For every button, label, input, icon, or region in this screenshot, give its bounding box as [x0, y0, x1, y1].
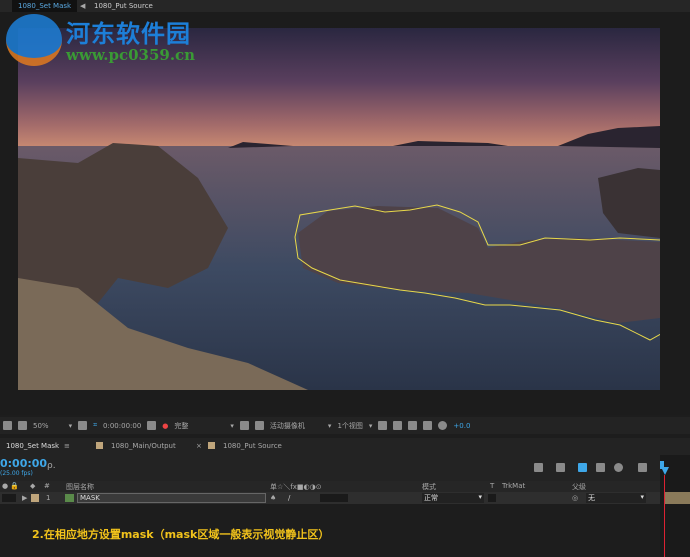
timeline-tab-main-output[interactable]: 1080_Main/Output	[92, 438, 180, 455]
composition-image[interactable]	[18, 28, 660, 390]
mask-visibility-icon[interactable]: ⌗	[93, 421, 97, 430]
comp-layer-icon	[65, 494, 74, 502]
comp-tab-bar: 1080_Set Mask ◀ 1080_Put Source	[0, 0, 690, 12]
playhead-line	[664, 475, 665, 557]
timeline-ruler[interactable]	[660, 455, 690, 557]
column-number: #	[44, 482, 50, 490]
visibility-toggle[interactable]	[2, 494, 16, 502]
preserve-transparency-checkbox[interactable]	[488, 494, 496, 502]
frame-blending-icon[interactable]	[596, 463, 605, 472]
timeline-tab-put-source[interactable]: 1080_Put Source	[204, 438, 286, 455]
playhead-icon[interactable]	[661, 467, 669, 475]
close-icon[interactable]: ×	[196, 442, 202, 450]
caption-text: 2.在相应地方设置mask（mask区域一般表示视觉静止区）	[32, 528, 330, 541]
label-color-swatch[interactable]	[31, 494, 39, 502]
column-switches: 单☆＼fx■◐◑⊙	[270, 483, 322, 491]
timeline-timecode[interactable]: 0:00:00	[0, 457, 47, 470]
exposure-icon[interactable]	[438, 421, 448, 430]
viewer-toolbar: 50% ▾ ⌗ 0:00:00:00 ● 完整 ▾ 活动摄像机 ▾ 1个视图 ▾ +0.…	[0, 417, 690, 434]
fps-label: (25.00 fps)	[0, 470, 33, 477]
chevron-down-icon[interactable]: ▾	[369, 422, 373, 430]
timeline-header: 0:00:00 (25.00 fps) ρ.	[0, 455, 660, 481]
watermark-logo	[6, 14, 62, 66]
color-channels-icon[interactable]: ●	[162, 422, 168, 430]
camera-snapshot-icon[interactable]	[147, 421, 157, 430]
grid-icon[interactable]	[78, 421, 88, 430]
column-t: T	[490, 482, 495, 490]
quality-switch-icon[interactable]: /	[288, 494, 290, 502]
comp-icon	[96, 442, 103, 449]
chevron-down-icon[interactable]: ▾	[69, 422, 73, 430]
pixel-aspect-icon[interactable]	[378, 421, 388, 430]
tab-label: 1080_Main/Output	[111, 442, 176, 450]
graph-editor-icon[interactable]	[638, 463, 647, 472]
region-of-interest-icon[interactable]	[239, 421, 249, 430]
comp-tab-set-mask[interactable]: 1080_Set Mask	[12, 0, 78, 12]
shy-layers-icon[interactable]	[578, 463, 587, 472]
chevron-down-icon[interactable]: ▾	[640, 493, 644, 501]
parent-select[interactable]: 无 ▾	[586, 493, 646, 503]
column-mode: 模式	[422, 483, 436, 491]
transparency-grid-icon[interactable]	[254, 421, 264, 430]
draft-3d-icon[interactable]	[556, 463, 565, 472]
watermark-url: www.pc0359.cn	[66, 46, 196, 64]
menu-icon[interactable]: ≡	[64, 442, 70, 450]
column-layer-name[interactable]: 图层名称	[66, 482, 94, 492]
shy-switch-icon[interactable]: ♠	[270, 494, 276, 502]
parent-value: 无	[588, 494, 595, 502]
monitor-icon[interactable]	[18, 421, 27, 430]
expand-triangle-icon[interactable]: ▶	[22, 494, 27, 502]
fast-preview-icon[interactable]	[393, 421, 403, 430]
always-preview-icon[interactable]	[3, 421, 12, 430]
current-time[interactable]: 0:00:00:00	[103, 422, 141, 430]
exposure-value[interactable]: +0.0	[453, 422, 470, 430]
views-select[interactable]: 1个视图	[337, 421, 362, 431]
resolution-select[interactable]: 完整	[174, 421, 224, 431]
timeline-tab-bar: 1080_Set Mask ≡ 1080_Main/Output × 1080_…	[0, 438, 690, 455]
zoom-select[interactable]: 50%	[33, 422, 49, 430]
timeline-tab-set-mask[interactable]: 1080_Set Mask	[2, 438, 63, 455]
camera-select[interactable]: 活动摄像机	[270, 421, 322, 431]
comp-tab-put-source[interactable]: 1080_Put Source	[88, 0, 159, 12]
mode-select[interactable]: 正常 ▾	[422, 493, 484, 503]
layer-name-field[interactable]: MASK	[77, 493, 266, 503]
layer-column-headers: ● 🔒 ◆ # 图层名称 单☆＼fx■◐◑⊙ 模式 T TrkMat 父级	[0, 481, 660, 492]
layer-index: 1	[46, 494, 51, 502]
chevron-down-icon[interactable]: ▾	[328, 422, 332, 430]
tab-label: 1080_Put Source	[223, 442, 282, 450]
mode-value: 正常	[424, 494, 438, 502]
timeline-icon[interactable]	[408, 421, 418, 430]
column-parent: 父级	[572, 483, 586, 491]
comp-mini-flowchart-icon[interactable]	[534, 463, 543, 472]
comp-icon	[208, 442, 215, 449]
motion-blur-icon[interactable]	[614, 463, 623, 472]
search-input[interactable]: ρ.	[47, 461, 56, 471]
layer-duration-bar[interactable]	[665, 492, 690, 504]
column-trkmat: TrkMat	[502, 482, 526, 490]
chevron-down-icon[interactable]: ▾	[230, 422, 234, 430]
av-features-icon: ● 🔒	[2, 482, 20, 490]
switch-boxes[interactable]	[320, 494, 348, 502]
flowchart-icon[interactable]	[423, 421, 433, 430]
pickwhip-icon[interactable]: ◎	[572, 494, 578, 502]
label-icon: ◆	[30, 482, 36, 490]
layer-row[interactable]: ▶ 1 MASK ♠ / 正常 ▾ ◎ 无 ▾	[0, 492, 660, 504]
arrow-left-icon[interactable]: ◀	[80, 2, 85, 10]
watermark-name: 河东软件园	[66, 19, 191, 48]
chevron-down-icon[interactable]: ▾	[478, 493, 482, 501]
